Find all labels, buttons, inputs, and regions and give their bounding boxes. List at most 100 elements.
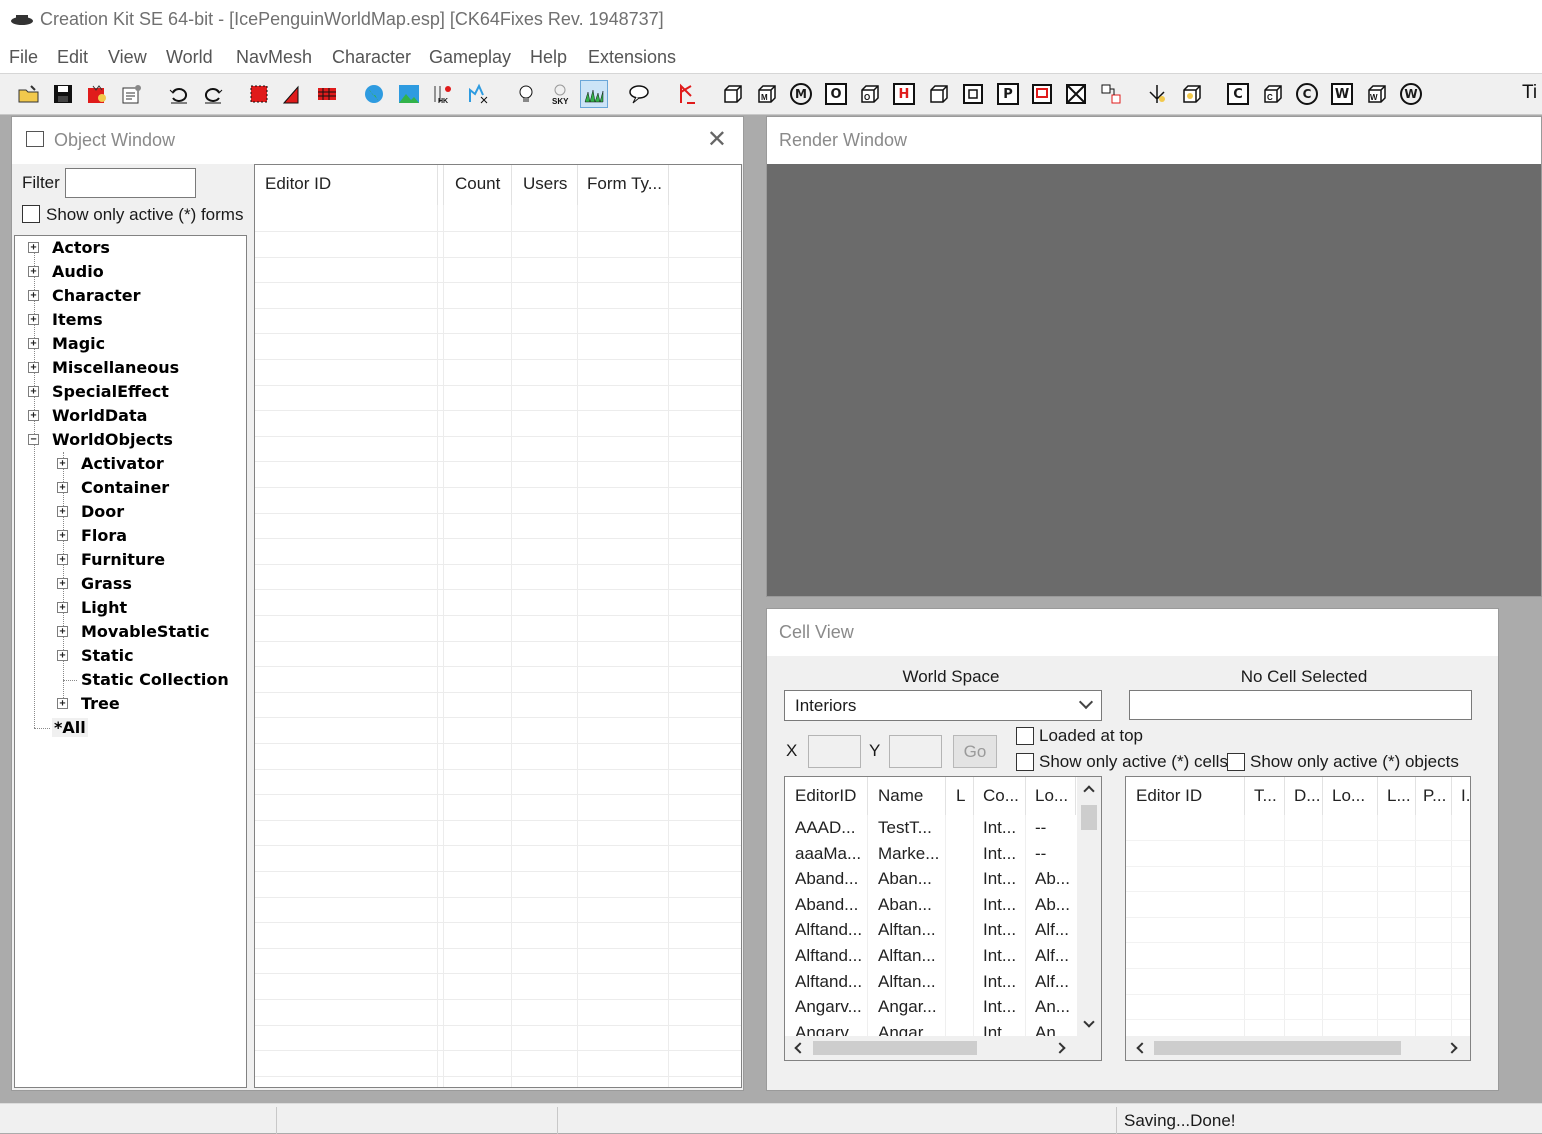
tree-item-tree[interactable]: + Tree [57, 692, 120, 716]
collision-box-icon[interactable] [925, 80, 953, 108]
cells-row-cell[interactable]: Aband... [795, 892, 858, 917]
column-header-l[interactable]: L [946, 777, 965, 815]
portal-icon[interactable] [959, 80, 987, 108]
water-marker-icon[interactable] [1143, 80, 1171, 108]
cells-row-cell[interactable]: Alf... [1035, 917, 1069, 942]
menu-view[interactable]: View [108, 47, 147, 68]
objects-horizontal-scrollbar[interactable] [1126, 1036, 1470, 1060]
tree-item-worlddata[interactable]: + WorldData [28, 404, 147, 428]
sky-icon[interactable]: SKY [546, 80, 574, 108]
cells-row-cell[interactable]: Int... [983, 892, 1016, 917]
cell-box-icon[interactable]: C [1259, 80, 1287, 108]
plugin-save-icon[interactable] [83, 80, 111, 108]
chevron-left-icon[interactable] [1136, 1042, 1148, 1054]
cells-row-cell[interactable]: Int... [983, 994, 1016, 1019]
scroll-thumb[interactable] [1081, 805, 1097, 830]
tree-item-actors[interactable]: + Actors [28, 236, 110, 260]
column-header-co[interactable]: Co... [973, 777, 1019, 815]
occlusion-icon[interactable]: O [822, 80, 850, 108]
tree-item-light[interactable]: + Light [57, 596, 127, 620]
redo-icon[interactable] [199, 80, 227, 108]
cells-row-cell[interactable]: Int... [983, 815, 1016, 840]
menu-extensions[interactable]: Extensions [588, 47, 676, 68]
tree-item-all[interactable]: *All [28, 716, 88, 740]
x-coordinate-input[interactable] [808, 735, 861, 768]
cell-view-header[interactable]: Cell View [767, 609, 1498, 656]
cells-row-cell[interactable]: Alftan... [878, 969, 936, 994]
chevron-down-icon[interactable] [1083, 1016, 1095, 1028]
tree-item-character[interactable]: + Character [28, 284, 141, 308]
menu-navmesh[interactable]: NavMesh [236, 47, 312, 68]
cells-row-cell[interactable]: Angarv... [795, 994, 862, 1019]
category-tree[interactable]: + Actors + Audio + Character + Items + Magic … [14, 235, 247, 1088]
column-header-form-type[interactable]: Form Ty... [577, 165, 667, 205]
menu-character[interactable]: Character [332, 47, 411, 68]
filter-input[interactable] [65, 168, 196, 198]
havok-box-icon[interactable]: H [890, 80, 918, 108]
cells-list[interactable]: EditorID Name L Co... Lo... AAAD... TestT… [784, 776, 1102, 1061]
render-window[interactable]: Render Window [766, 116, 1542, 597]
tree-item-audio[interactable]: + Audio [28, 260, 104, 284]
show-active-forms-checkbox[interactable] [22, 205, 40, 223]
cells-row-cell[interactable]: Int... [983, 917, 1016, 942]
scroll-thumb[interactable] [813, 1041, 977, 1055]
column-header-l[interactable]: L... [1377, 777, 1411, 815]
render-window-header[interactable]: Render Window [767, 117, 1541, 164]
worldspace-box-icon[interactable]: W [1363, 80, 1391, 108]
cells-row-cell[interactable]: Int... [983, 841, 1016, 866]
cells-row-cell[interactable]: Angar... [878, 994, 937, 1019]
menu-help[interactable]: Help [530, 47, 567, 68]
object-window-header[interactable]: Object Window ✕ [12, 117, 743, 164]
cells-row-cell[interactable]: An... [1035, 994, 1070, 1019]
tree-item-movablestatic[interactable]: + MovableStatic [57, 620, 210, 644]
cells-row-cell[interactable]: Int... [983, 943, 1016, 968]
tree-item-magic[interactable]: + Magic [28, 332, 105, 356]
light-bulb-icon[interactable] [512, 80, 540, 108]
cells-horizontal-scrollbar[interactable] [785, 1036, 1101, 1060]
column-header-users[interactable]: Users [513, 165, 577, 205]
animation-icon[interactable] [673, 80, 701, 108]
cells-row-cell[interactable]: Ab... [1035, 866, 1070, 891]
preferences-icon[interactable] [118, 80, 146, 108]
havok-icon[interactable]: HK [430, 80, 458, 108]
worldspace-icon[interactable]: W [1328, 80, 1356, 108]
fx-box-icon[interactable] [1178, 80, 1206, 108]
column-header-count[interactable]: Count [445, 165, 511, 205]
cells-row-cell[interactable]: -- [1035, 815, 1046, 840]
tree-item-worldobjects[interactable]: − WorldObjects [28, 428, 173, 452]
cells-row-cell[interactable]: Aban... [878, 892, 932, 917]
column-separator[interactable] [1075, 777, 1076, 815]
grass-icon[interactable] [580, 80, 608, 108]
menu-edit[interactable]: Edit [57, 47, 88, 68]
chevron-right-icon[interactable] [1446, 1042, 1458, 1054]
show-active-cells-checkbox[interactable] [1016, 753, 1034, 771]
column-header-lo[interactable]: Lo... [1322, 777, 1365, 815]
y-coordinate-input[interactable] [889, 735, 942, 768]
tree-item-static-collection[interactable]: Static Collection [57, 668, 229, 692]
bounds-icon[interactable] [245, 80, 273, 108]
chevron-left-icon[interactable] [794, 1042, 806, 1054]
tree-item-activator[interactable]: + Activator [57, 452, 164, 476]
cells-row-cell[interactable]: Alf... [1035, 969, 1069, 994]
chevron-right-icon[interactable] [1054, 1042, 1066, 1054]
tree-item-specialeffect[interactable]: + SpecialEffect [28, 380, 169, 404]
mannequin-icon[interactable]: M [787, 80, 815, 108]
column-header-editor-id[interactable]: Editor ID [1126, 777, 1202, 815]
cells-vertical-scrollbar[interactable] [1077, 777, 1101, 1036]
circle-w-icon[interactable]: W [1397, 80, 1425, 108]
cells-row-cell[interactable]: Aband... [795, 866, 858, 891]
marker-box-icon[interactable]: M [753, 80, 781, 108]
column-header-d[interactable]: D... [1284, 777, 1320, 815]
cells-row-cell[interactable]: -- [1035, 841, 1046, 866]
angle-icon[interactable] [279, 80, 307, 108]
cells-row-cell[interactable]: TestT... [878, 815, 932, 840]
cell-icon[interactable]: C [1224, 80, 1252, 108]
column-header-editor-id[interactable]: Editor ID [255, 165, 437, 205]
column-separator[interactable] [443, 165, 444, 205]
tree-item-flora[interactable]: + Flora [57, 524, 127, 548]
primitive-icon[interactable]: P [994, 80, 1022, 108]
cell-objects-list[interactable]: Editor ID T... D... Lo... L... P... I... [1125, 776, 1471, 1061]
cells-row-cell[interactable]: aaaMa... [795, 841, 861, 866]
cells-row-cell[interactable]: Marke... [878, 841, 939, 866]
object-box-icon[interactable] [719, 80, 747, 108]
